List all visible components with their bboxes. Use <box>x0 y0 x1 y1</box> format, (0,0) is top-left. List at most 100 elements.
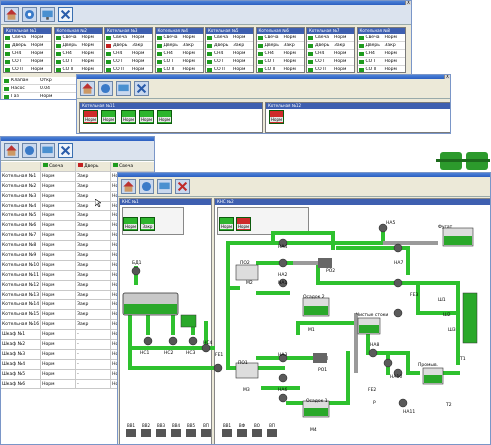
status-row[interactable]: CO II Норм <box>257 66 304 72</box>
status-row[interactable]: CH4 Норм <box>54 50 102 58</box>
status-row[interactable]: CH4 Норм <box>307 50 354 58</box>
status-tile[interactable]: Норм <box>139 110 154 124</box>
status-row[interactable]: CO I Норм <box>357 58 405 66</box>
status-row[interactable]: Свеча Норм <box>105 34 152 42</box>
list-item[interactable]: Газ Норм <box>3 93 77 99</box>
status-row[interactable]: Свеча Норм <box>4 34 51 42</box>
indicator-8[interactable]: ВО <box>252 423 262 437</box>
home-button[interactable] <box>4 143 19 158</box>
status-row[interactable]: CH4 Норм <box>4 50 51 58</box>
status-tile[interactable]: Норм <box>101 110 116 124</box>
status-tile[interactable]: Норм <box>269 110 284 124</box>
status-row[interactable]: CO I Норм <box>155 58 203 66</box>
sensor-name: CH4 <box>62 51 72 56</box>
status-row[interactable]: Свеча Норм <box>307 34 354 42</box>
panel-boiler-12: Котельная №12 <box>265 102 450 133</box>
indicator-0[interactable]: ВВ1 <box>126 423 136 437</box>
status-row[interactable]: Дверь Норм <box>4 42 51 50</box>
settings-button[interactable] <box>40 143 55 158</box>
sensor-state: Норм <box>81 43 94 48</box>
status-row[interactable]: CO II Норм <box>55 66 102 72</box>
status-row[interactable]: CH4 Норм <box>206 50 253 58</box>
indicator-1[interactable]: ВВ2 <box>141 423 151 437</box>
settings-button[interactable] <box>40 7 55 22</box>
status-row[interactable]: Дверь Закр <box>105 42 152 50</box>
cell-door: Закр <box>75 270 112 281</box>
status-row[interactable]: Свеча Норм <box>206 34 253 42</box>
cell-candle: Норм <box>40 230 77 242</box>
status-row[interactable]: CO I Норм <box>307 58 354 66</box>
status-row[interactable]: CO I Норм <box>105 58 152 66</box>
sensor-state: Закр <box>283 43 295 48</box>
refresh-button[interactable] <box>98 81 113 96</box>
label-hc1: НС1 <box>140 351 150 356</box>
status-row[interactable]: Дверь Норм <box>54 42 102 50</box>
status-row[interactable]: Дверь Закр <box>206 42 253 50</box>
status-row[interactable]: Дверь Закр <box>256 42 304 50</box>
indicator-3[interactable]: ВВ4 <box>171 423 181 437</box>
status-tile[interactable]: Норм <box>83 110 98 124</box>
status-row[interactable]: Дверь Закр <box>307 42 354 50</box>
tools-button[interactable] <box>134 81 149 96</box>
status-row[interactable]: CH4 Норм <box>357 50 405 58</box>
indicator-9[interactable]: ВП <box>267 423 277 437</box>
status-row[interactable]: CO II Норм <box>206 66 253 72</box>
tools-button[interactable] <box>58 7 73 22</box>
home-button[interactable] <box>4 7 19 22</box>
list-item[interactable]: Клапан Откр <box>3 77 77 85</box>
refresh-button[interactable] <box>22 143 37 158</box>
sensor-name: Свеча <box>12 35 26 40</box>
home-icon <box>6 9 17 20</box>
status-indicator <box>106 35 111 40</box>
status-row[interactable]: Дверь Закр <box>155 42 203 50</box>
refresh-button[interactable] <box>22 7 37 22</box>
status-row[interactable]: CO I Норм <box>256 58 304 66</box>
indicator-6[interactable]: ВВ1 <box>222 423 232 437</box>
status-row[interactable]: CO II Норм <box>156 66 203 72</box>
cell-name: Котельная №8 <box>1 240 42 252</box>
panel-boiler-5: Котельная №5 Свеча Норм Дверь Закр CH4 Норм CO … <box>205 27 254 73</box>
status-row[interactable]: Свеча Норм <box>357 34 405 42</box>
indicator-4[interactable]: ВВ5 <box>186 423 196 437</box>
settings-button[interactable] <box>116 81 131 96</box>
status-indicator <box>156 59 162 64</box>
sensor-state: Норм <box>132 51 145 56</box>
cell-name: Котельная №9 <box>1 250 42 261</box>
status-indicator <box>55 35 61 40</box>
indicator-2[interactable]: ВВ3 <box>156 423 166 437</box>
sensor-name: CO II <box>12 67 23 72</box>
mouse-cursor-icon <box>95 199 101 207</box>
status-row[interactable]: CO I Норм <box>54 58 102 66</box>
status-row[interactable]: CH4 Норм <box>105 50 152 58</box>
sensor-name: CH4 <box>113 51 123 56</box>
panel-boiler-4: Котельная №4 Свеча Норм Дверь Закр CH4 Норм CO … <box>154 27 204 73</box>
status-row[interactable]: CO I Норм <box>4 58 51 66</box>
cell-candle: Норм <box>40 359 77 370</box>
home-button[interactable] <box>80 81 95 96</box>
list-item[interactable]: Насос 0.04 <box>3 85 77 93</box>
status-row[interactable]: CO II Норм <box>4 66 51 72</box>
indicator-7[interactable]: ВФ <box>237 423 247 437</box>
status-row[interactable]: CO I Норм <box>206 58 253 66</box>
status-row[interactable]: CO II Норм <box>358 66 405 72</box>
status-row[interactable]: Свеча Норм <box>256 34 304 42</box>
cell-candle: Норм <box>40 270 77 281</box>
status-indicator <box>358 59 364 64</box>
cell-name: Шкаф №5 <box>1 369 42 380</box>
cell-door: - <box>75 329 112 341</box>
status-row[interactable]: Свеча Норм <box>54 34 102 42</box>
tools-button[interactable] <box>58 143 73 158</box>
status-tile[interactable]: Норм <box>157 110 172 124</box>
indicator-5[interactable]: ВП <box>201 423 211 437</box>
status-row[interactable]: CH4 Норм <box>256 50 304 58</box>
status-row[interactable]: CO II Норм <box>105 66 152 72</box>
status-indicator <box>156 43 162 48</box>
status-row[interactable]: CH4 Норм <box>155 50 203 58</box>
cell-candle: Норм <box>40 260 77 271</box>
status-row[interactable]: Дверь Закр <box>357 42 405 50</box>
status-tile[interactable]: Норм <box>121 110 136 124</box>
status-row[interactable]: Свеча Норм <box>155 34 203 42</box>
status-row[interactable]: CO II Норм <box>307 66 354 72</box>
status-indicator <box>106 67 111 72</box>
label-fe3: FE3 <box>410 293 419 298</box>
